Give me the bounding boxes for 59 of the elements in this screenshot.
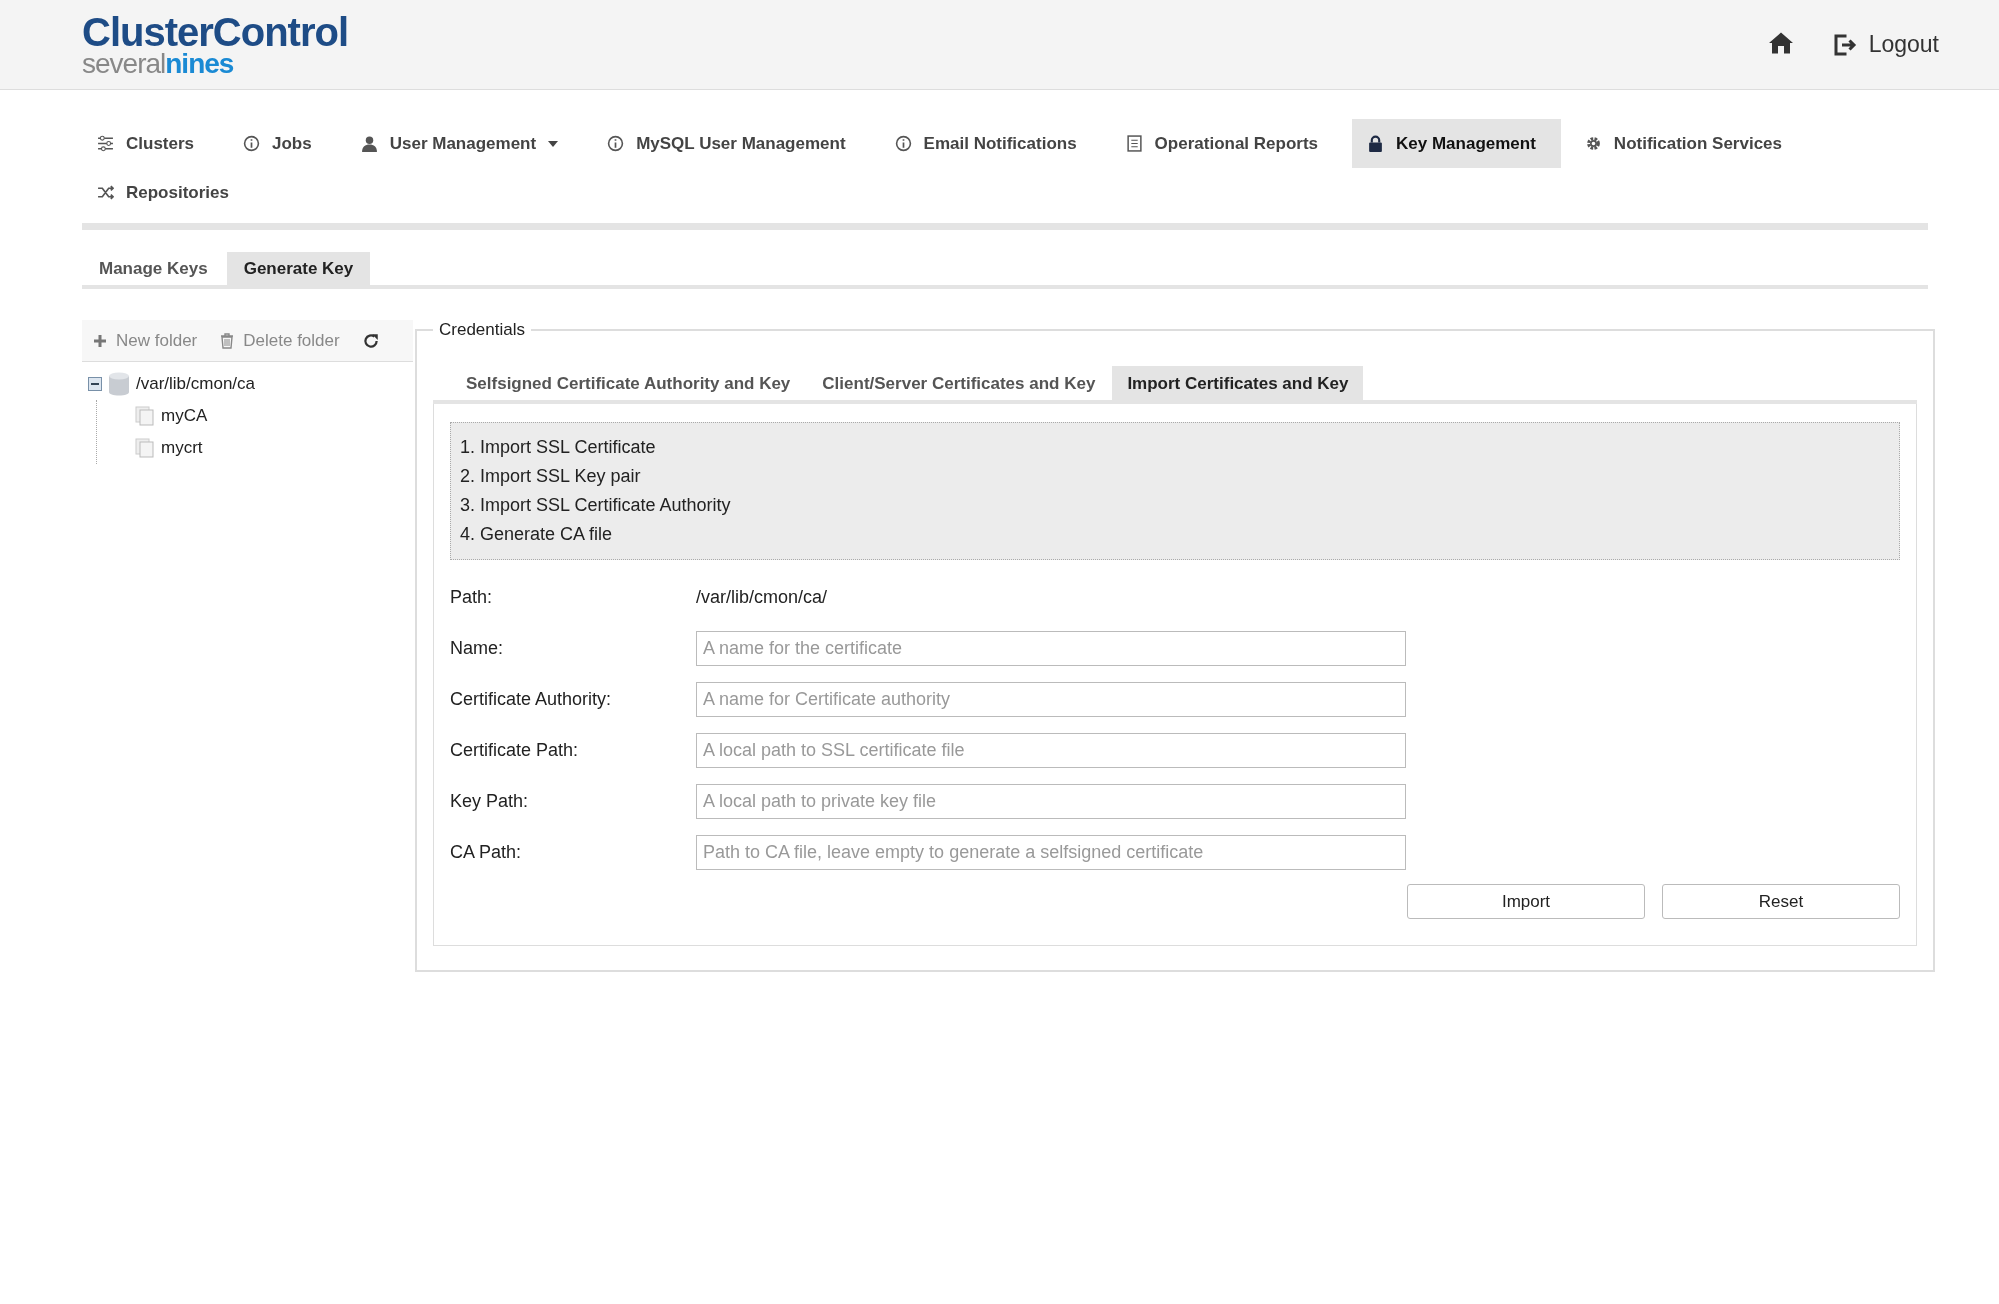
input-field[interactable]: Path to CA file, leave empty to generate a selfsigned certificate <box>696 835 1406 870</box>
info-circle-icon <box>607 135 625 152</box>
info-circle-icon <box>243 135 261 152</box>
field-value: /var/lib/cmon/ca/ <box>696 587 828 608</box>
collapse-toggle-icon[interactable] <box>88 377 102 391</box>
nav-tab[interactable]: Jobs <box>228 119 337 168</box>
action-button[interactable]: Import <box>1407 884 1645 919</box>
step-text: 2. Import SSL Key pair <box>460 465 642 488</box>
field-label: Key Path: <box>450 791 530 812</box>
tree-item[interactable]: mycrt <box>161 438 203 458</box>
tree-item[interactable]: /var/lib/cmon/ca <box>136 374 256 394</box>
step-text: 1. Import SSL Certificate <box>460 436 657 459</box>
database-icon <box>108 372 130 396</box>
sub-tab[interactable]: Manage Keys <box>82 252 225 285</box>
document-icon <box>1125 135 1143 152</box>
logout-link[interactable]: Logout <box>1832 31 1939 58</box>
logo-title: ClusterControl <box>82 11 348 52</box>
trash-icon <box>219 332 236 349</box>
input-field[interactable]: A name for the certificate <box>696 631 1406 666</box>
panel-legend: Credentials <box>433 320 531 340</box>
file-icon <box>135 438 155 458</box>
tab[interactable]: Client/Server Certificates and Key <box>807 366 1111 400</box>
field-label: Certificate Authority: <box>450 689 613 710</box>
nav-tab[interactable]: Notification Services <box>1569 119 1808 168</box>
home-icon <box>1768 30 1793 55</box>
tree-item[interactable]: myCA <box>161 406 208 426</box>
file-icon <box>135 406 155 426</box>
step-text: 4. Generate CA file <box>460 523 614 546</box>
info-circle-icon <box>894 135 912 152</box>
input-field[interactable]: A local path to SSL certificate file <box>696 733 1406 768</box>
tab[interactable]: Selfsigned Certificate Authority and Key <box>451 366 806 400</box>
field-label: Certificate Path: <box>450 740 580 761</box>
logout-icon <box>1832 32 1857 57</box>
caret-icon <box>548 140 559 147</box>
field-label: Name: <box>450 638 504 659</box>
input-field[interactable]: A name for Certificate authority <box>696 682 1406 717</box>
field-label: Path: <box>450 587 494 608</box>
tab[interactable]: Import Certificates and Key <box>1112 366 1364 400</box>
field-label: CA Path: <box>450 842 523 863</box>
sliders-icon <box>97 135 114 152</box>
nav-tab[interactable]: User Management <box>345 119 584 168</box>
plus-icon <box>92 332 108 349</box>
refresh-icon <box>361 331 380 350</box>
refresh-button[interactable] <box>361 331 380 350</box>
lock-icon <box>1367 135 1385 152</box>
shuffle-icon <box>97 184 114 201</box>
input-field[interactable]: A local path to private key file <box>696 784 1406 819</box>
nav-tab[interactable]: Key Management <box>1352 119 1561 168</box>
gear-icon <box>1584 135 1602 152</box>
nav-tab[interactable]: Operational Reports <box>1110 119 1344 168</box>
nav-tab[interactable]: Clusters <box>82 119 220 168</box>
step-text: 3. Import SSL Certificate Authority <box>460 494 732 517</box>
nav-tab[interactable]: Repositories <box>82 168 254 217</box>
nav-tab[interactable]: Email Notifications <box>879 119 1102 168</box>
action-button[interactable]: Reset <box>1662 884 1900 919</box>
nav-tab[interactable]: MySQL User Management <box>592 119 871 168</box>
sub-tab[interactable]: Generate Key <box>226 252 371 285</box>
logo-subtitle: severalnines <box>82 49 235 78</box>
user-icon <box>360 135 378 152</box>
